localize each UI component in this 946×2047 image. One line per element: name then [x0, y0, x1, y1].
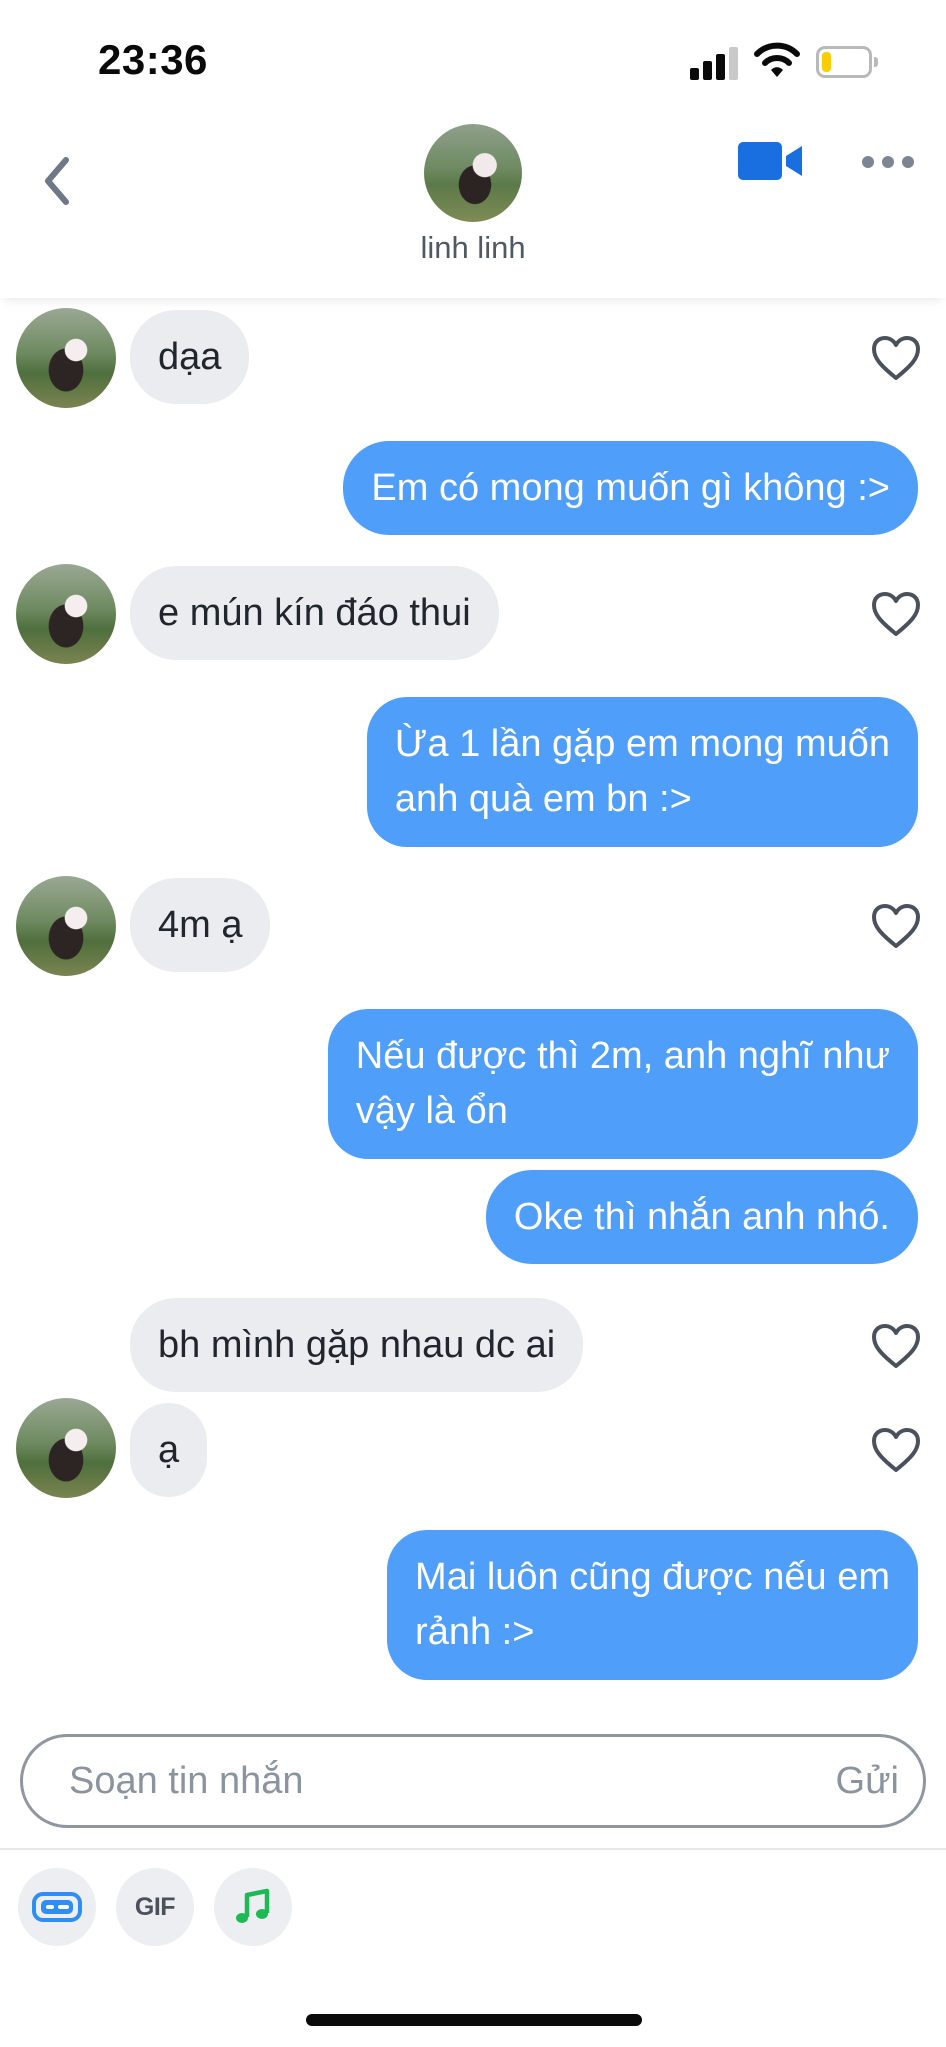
send-button[interactable]: Gửi [836, 1737, 899, 1825]
back-chevron-icon[interactable] [36, 148, 80, 214]
card-sticker-icon [32, 1892, 82, 1922]
more-options-icon[interactable] [860, 150, 916, 174]
battery-icon [816, 46, 878, 78]
cellular-signal-icon [690, 46, 740, 80]
heart-icon[interactable] [870, 1322, 922, 1370]
gif-button[interactable]: GIF [116, 1868, 194, 1946]
home-indicator[interactable] [306, 2014, 642, 2026]
incoming-message[interactable]: e mún kín đáo thui [130, 566, 499, 660]
message-input[interactable] [69, 1737, 769, 1825]
sender-avatar[interactable] [16, 1398, 116, 1498]
status-bar: 23:36 [0, 0, 946, 120]
contact-avatar[interactable] [424, 124, 522, 222]
outgoing-message[interactable]: Em có mong muốn gì không :> [343, 441, 918, 535]
outgoing-message[interactable]: Mai luôn cũng được nếu em rảnh :> [387, 1530, 918, 1680]
video-call-icon[interactable] [736, 138, 806, 184]
incoming-message[interactable]: bh mình gặp nhau dc ai [130, 1298, 584, 1392]
incoming-message[interactable]: dạa [130, 310, 250, 404]
music-button[interactable] [214, 1868, 292, 1946]
heart-icon[interactable] [870, 902, 922, 950]
status-time: 23:36 [98, 36, 208, 83]
outgoing-message[interactable]: Oke thì nhắn anh nhó. [485, 1170, 918, 1264]
message-list: dạa Em có mong muốn gì không :> e mún kí… [0, 298, 946, 1708]
outgoing-message[interactable]: Ừa 1 lần gặp em mong muốn anh quà em bn … [366, 697, 918, 847]
chat-header: linh linh [0, 120, 946, 298]
gif-icon: GIF [134, 1892, 176, 1921]
attachment-toolbar: GIF [0, 1850, 946, 1965]
sender-avatar[interactable] [16, 876, 116, 976]
heart-icon[interactable] [870, 590, 922, 638]
message-composer: Gửi [20, 1734, 926, 1828]
sticker-card-button[interactable] [18, 1868, 96, 1946]
composer-area: Gửi [0, 1712, 946, 1848]
wifi-icon [754, 42, 800, 77]
music-note-icon [236, 1888, 270, 1923]
sender-avatar[interactable] [16, 564, 116, 664]
contact-name[interactable]: linh linh [0, 230, 946, 266]
incoming-message[interactable]: 4m ạ [130, 878, 271, 972]
outgoing-message[interactable]: Nếu được thì 2m, anh nghĩ như vậy là ổn [327, 1009, 918, 1159]
chat-screen: 23:36 linh linh dạa Em có mong muốn gì k… [0, 0, 946, 2047]
heart-icon[interactable] [870, 334, 922, 382]
heart-icon[interactable] [870, 1426, 922, 1474]
sender-avatar[interactable] [16, 308, 116, 408]
incoming-message[interactable]: ạ [130, 1403, 208, 1497]
